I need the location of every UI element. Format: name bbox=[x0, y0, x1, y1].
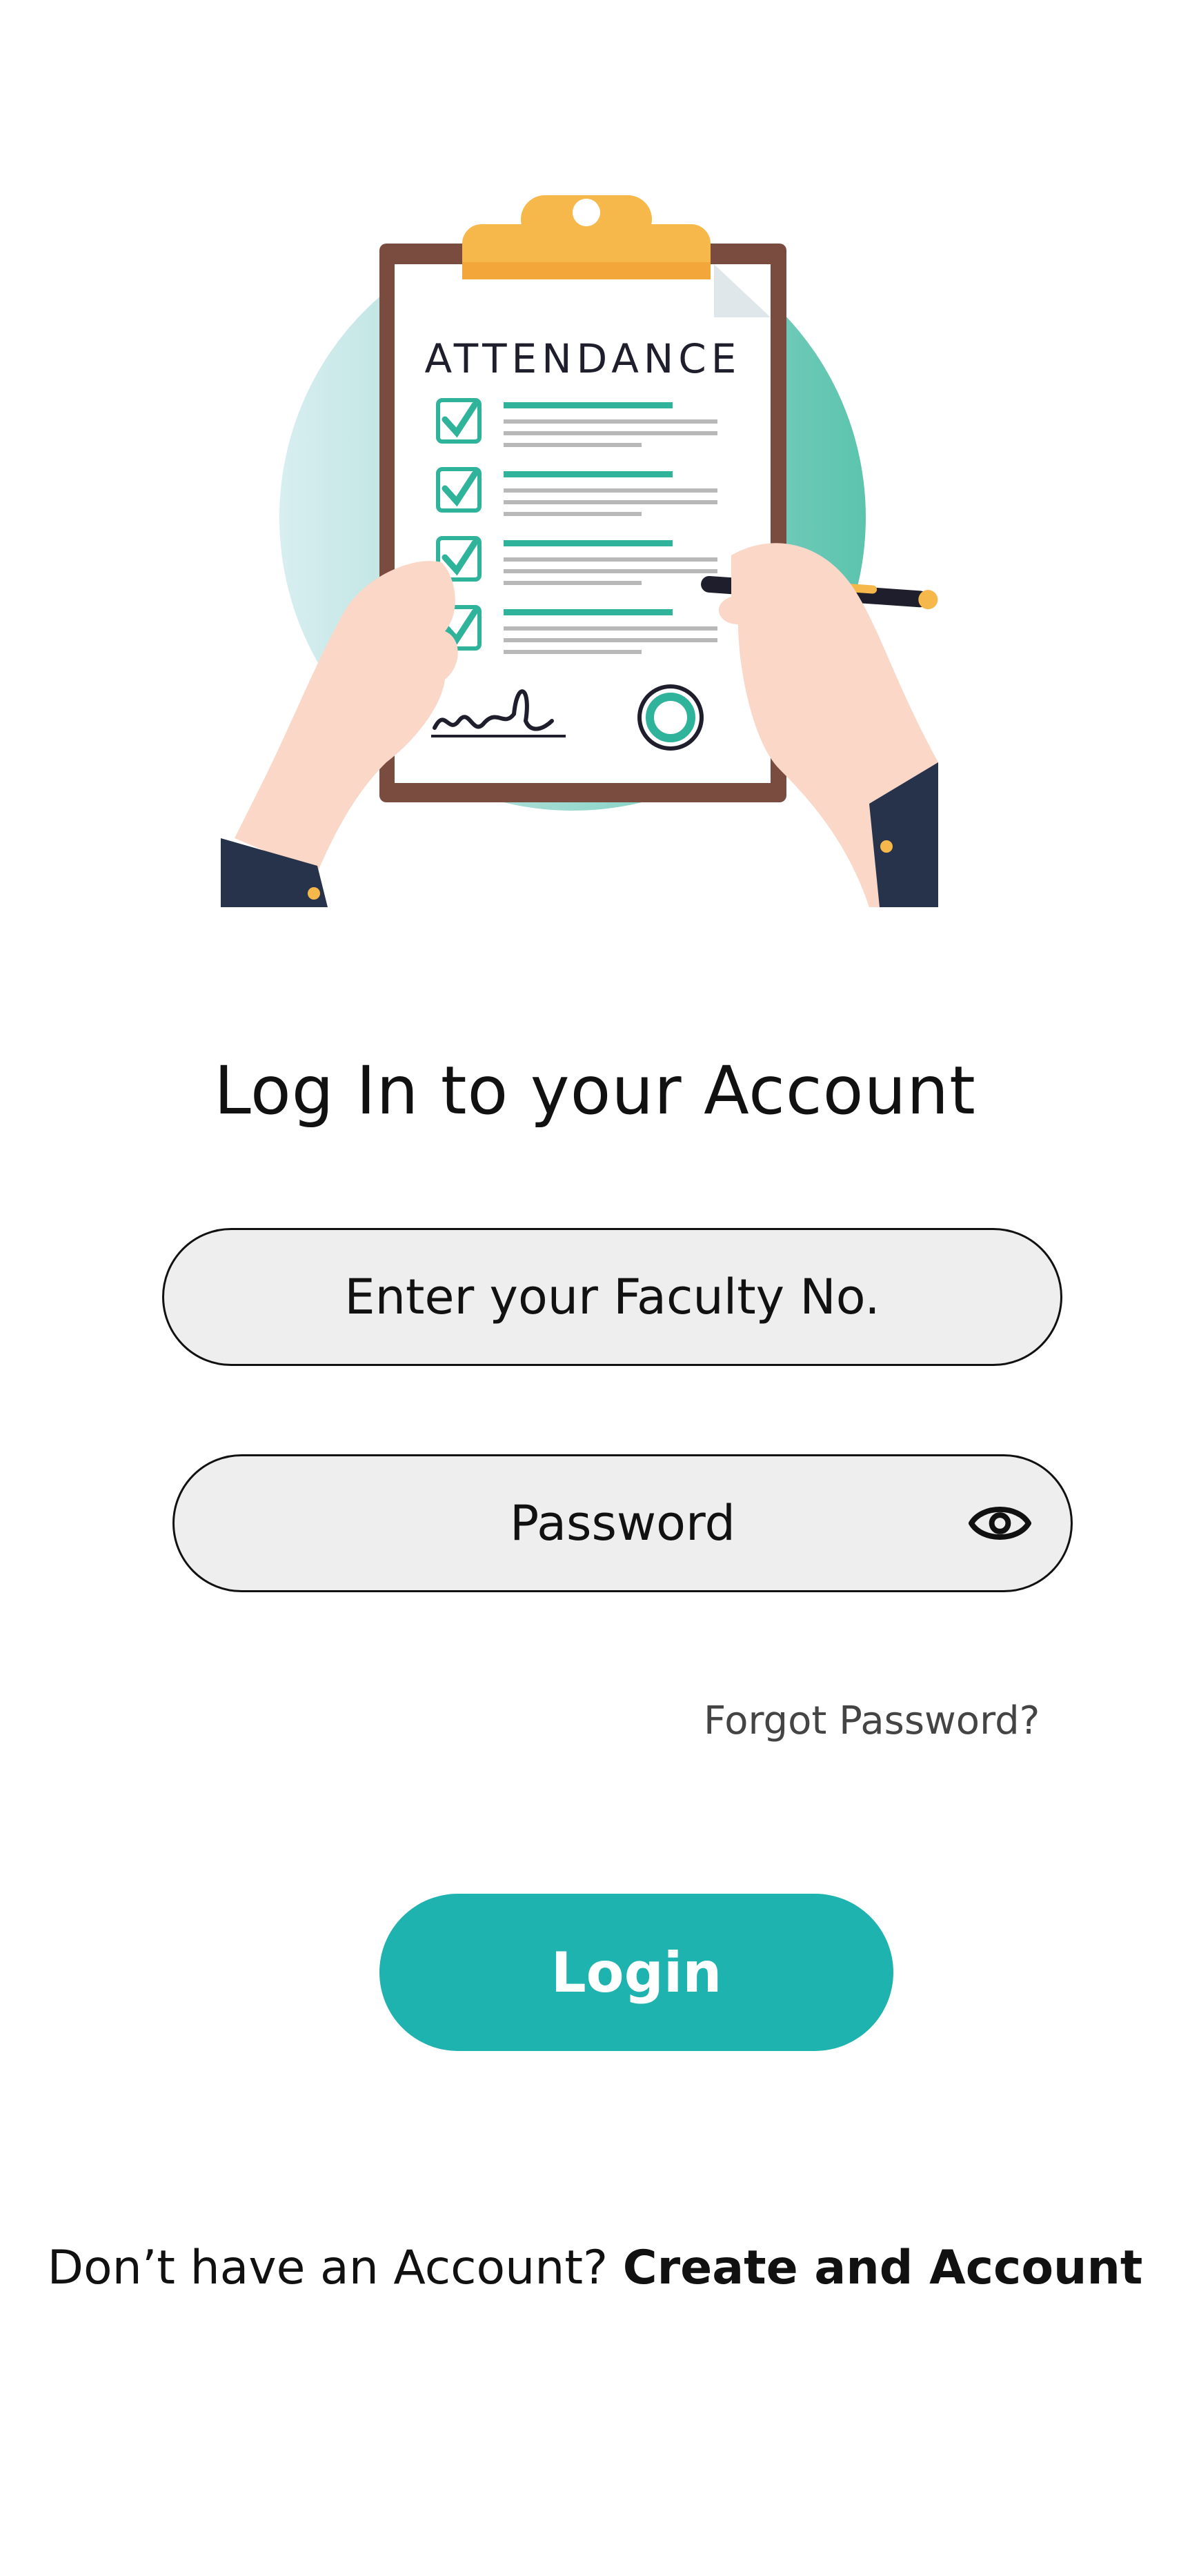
clipboard-heading: ATTENDANCE bbox=[425, 335, 742, 382]
signup-prompt-text: Don’t have an Account? bbox=[47, 2241, 623, 2295]
signup-prompt: Don’t have an Account? Create and Accoun… bbox=[0, 2241, 1190, 2295]
forgot-password-link[interactable]: Forgot Password? bbox=[704, 1698, 1040, 1743]
faculty-number-input[interactable] bbox=[164, 1268, 1060, 1326]
password-field[interactable] bbox=[172, 1454, 1073, 1592]
create-account-link[interactable]: Create and Account bbox=[623, 2241, 1143, 2295]
page-title: Log In to your Account bbox=[214, 1052, 976, 1129]
eye-icon[interactable] bbox=[967, 1499, 1033, 1547]
password-input[interactable] bbox=[175, 1494, 1071, 1552]
attendance-illustration: ATTENDANCE bbox=[207, 183, 938, 907]
faculty-number-field[interactable] bbox=[162, 1228, 1062, 1366]
login-button[interactable]: Login bbox=[379, 1894, 893, 2051]
